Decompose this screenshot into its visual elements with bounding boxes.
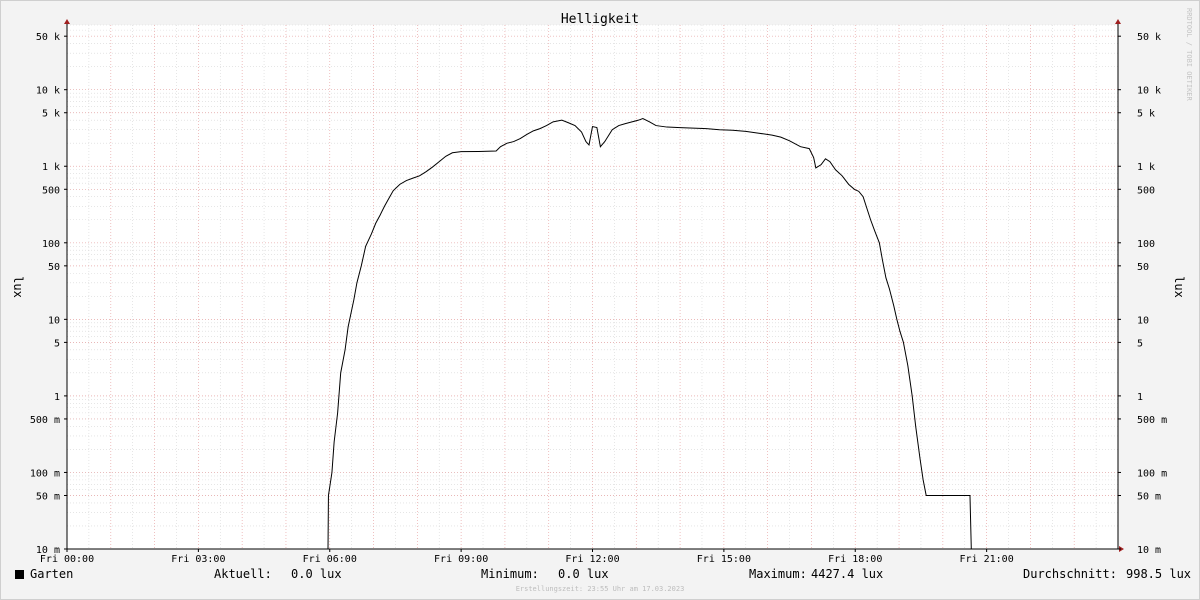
y-tick-label-left: 1 (54, 392, 60, 403)
y-axis-arrow-left (64, 19, 70, 24)
legend-avg-label: Durchschnitt: (1023, 567, 1117, 581)
y-tick-label-right: 10 k (1137, 86, 1161, 97)
x-tick-label: Fri 12:00 (565, 554, 619, 565)
y-tick-label-right: 10 m (1137, 545, 1161, 556)
y-axis-label-left: lux (11, 276, 25, 298)
y-tick-label-right: 50 k (1137, 32, 1161, 43)
watermark: RRDTOOL / TOBI OETIKER (1185, 8, 1193, 102)
y-tick-label-left: 50 k (36, 32, 60, 43)
y-tick-label-right: 500 (1137, 185, 1155, 196)
x-tick-label: Fri 06:00 (303, 554, 357, 565)
y-tick-label-left: 1 k (42, 162, 60, 173)
y-tick-label-right: 100 (1137, 239, 1155, 250)
y-tick-label-left: 500 m (30, 415, 60, 426)
y-tick-label-left: 10 (48, 315, 60, 326)
x-tick-labels: Fri 00:00 Fri 03:00 Fri 06:00 Fri 09:00 Fri … (40, 554, 1014, 565)
x-tick-label: Fri 00:00 (40, 554, 94, 565)
x-tick-label: Fri 21:00 (960, 554, 1014, 565)
legend-current-label: Aktuell: (214, 567, 272, 581)
footer-timestamp: Erstellungszeit: 23:55 Uhr am 17.03.2023 (515, 585, 685, 593)
y-tick-labels-right: 10 m 50 m 100 m 500 m 1 5 10 50 100 500 1 k 5 k 10 k… (1137, 32, 1167, 556)
chart-title: Helligkeit (561, 12, 639, 27)
legend-swatch (15, 570, 24, 579)
y-tick-label-right: 500 m (1137, 415, 1167, 426)
y-tick-label-right: 1 k (1137, 162, 1155, 173)
y-tick-label-right: 50 m (1137, 491, 1161, 502)
y-tick-label-right: 5 (1137, 338, 1143, 349)
y-tick-label-left: 500 (42, 185, 60, 196)
y-tick-label-left: 5 k (42, 109, 60, 120)
legend-max-value: 4427.4 lux (811, 567, 884, 581)
y-tick-label-left: 10 k (36, 86, 60, 97)
legend-current-value: 0.0 lux (291, 567, 342, 581)
y-tick-label-right: 10 (1137, 315, 1149, 326)
x-tick-label: Fri 15:00 (697, 554, 751, 565)
y-tick-label-left: 50 (48, 262, 60, 273)
x-tick-label: Fri 09:00 (434, 554, 488, 565)
legend-series-name: Garten (30, 567, 74, 581)
y-tick-label-right: 5 k (1137, 109, 1155, 120)
y-tick-label-left: 100 m (30, 468, 60, 479)
legend-min-label: Minimum: (481, 567, 539, 581)
y-tick-label-left: 100 (42, 239, 60, 250)
legend-min-value: 0.0 lux (558, 567, 609, 581)
legend-avg-value: 998.5 lux (1126, 567, 1192, 581)
x-tick-label: Fri 03:00 (171, 554, 225, 565)
y-tick-label-right: 1 (1137, 392, 1143, 403)
y-tick-label-right: 50 (1137, 262, 1149, 273)
x-tick-label: Fri 18:00 (828, 554, 882, 565)
y-tick-label-right: 100 m (1137, 468, 1167, 479)
y-tick-label-left: 5 (54, 338, 60, 349)
y-axis-arrow-right (1115, 19, 1121, 24)
y-tick-label-left: 50 m (36, 491, 60, 502)
y-tick-labels-left: 10 m50 m100 m500 m1510501005001 k5 k10 k… (30, 32, 60, 556)
y-axis-label-right: lux (1172, 276, 1186, 298)
legend-max-label: Maximum: (749, 567, 807, 581)
brightness-chart: 10 m 50 m 100 m 500 m 1 5 10 50 100 500 1 k 5 k 10 k… (11, 8, 1193, 565)
